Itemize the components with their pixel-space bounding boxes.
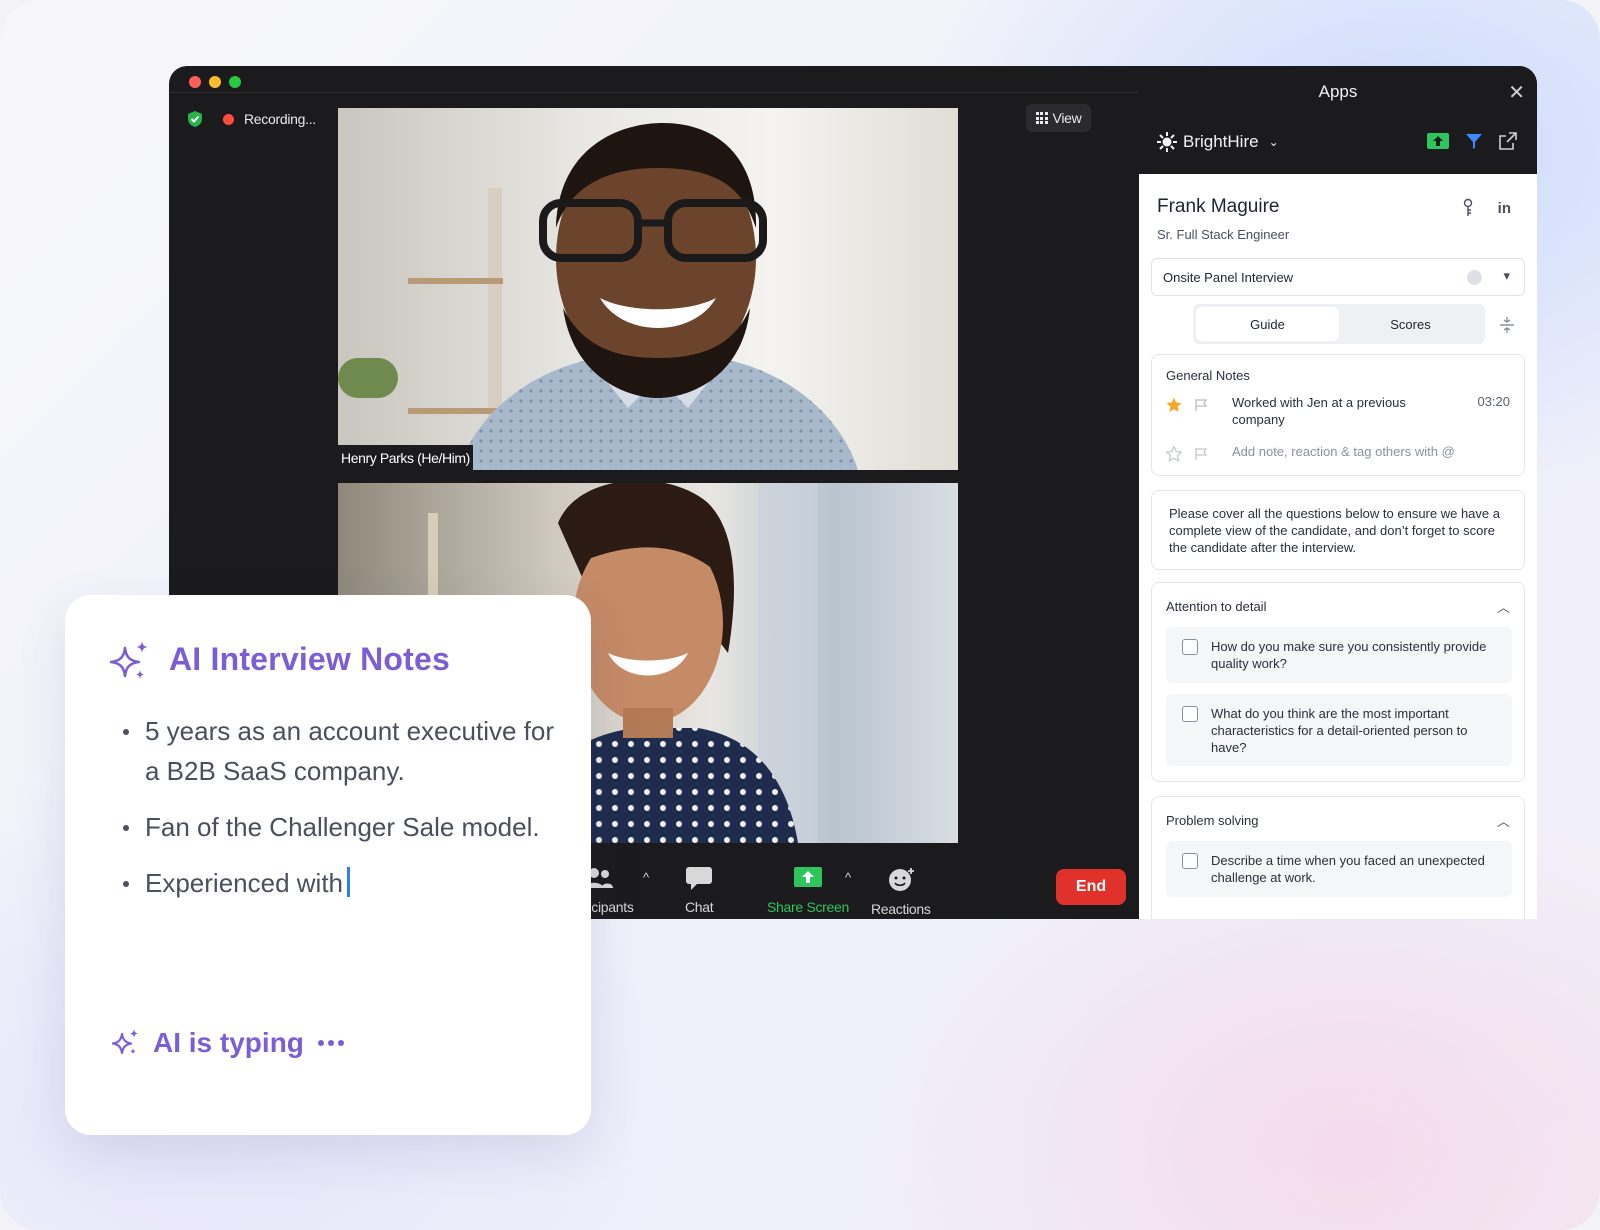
candidate-name: Frank Maguire xyxy=(1157,196,1280,217)
app-name: BrightHire xyxy=(1183,132,1259,151)
ai-typing-label: AI is typing xyxy=(153,1027,304,1058)
note-text: Worked with Jen at a previous company xyxy=(1232,395,1406,427)
participant-name-tag: Henry Parks (He/Him) xyxy=(338,445,473,470)
question-text: Describe a time when you faced an unexpe… xyxy=(1211,853,1485,885)
flag-icon[interactable] xyxy=(1194,398,1208,412)
close-icon[interactable]: ✕ xyxy=(1508,80,1525,105)
section-title: Attention to detail xyxy=(1166,599,1267,614)
recording-dot xyxy=(223,113,234,125)
grid-icon xyxy=(1035,112,1048,124)
share-green-icon[interactable] xyxy=(1427,132,1449,150)
share-screen-button[interactable]: Share Screen xyxy=(767,866,849,915)
general-notes-card: General Notes Worked with Jen at a previ… xyxy=(1151,354,1525,476)
recording-indicator: Recording... xyxy=(187,110,316,128)
star-icon[interactable] xyxy=(1166,446,1182,462)
add-note-input[interactable]: Add note, reaction & tag others with @ xyxy=(1232,444,1455,459)
maximize-window-button[interactable] xyxy=(229,76,241,88)
chevron-up-icon[interactable]: ︿ xyxy=(1497,597,1510,616)
share-screen-label: Share Screen xyxy=(767,899,850,915)
view-label: View xyxy=(1052,110,1082,126)
sparkle-icon xyxy=(109,641,148,679)
flag-icon[interactable] xyxy=(1194,447,1208,461)
close-window-button[interactable] xyxy=(189,76,201,88)
ai-notes-title: AI Interview Notes xyxy=(169,641,451,677)
guide-info-text: Please cover all the questions below to … xyxy=(1169,506,1500,555)
ai-notes-list: 5 years as an account executive for a B2… xyxy=(121,711,561,919)
interview-select[interactable]: Onsite Panel Interview ▾ xyxy=(1151,258,1525,296)
reactions-button[interactable]: Reactions xyxy=(871,866,931,917)
question-text: What do you think are the most important… xyxy=(1211,706,1468,755)
view-button[interactable]: View xyxy=(1026,104,1091,132)
section-title: Problem solving xyxy=(1166,813,1259,828)
window-controls xyxy=(189,76,241,88)
question-text: How do you make sure you consistently pr… xyxy=(1211,639,1487,671)
reactions-icon xyxy=(888,868,914,891)
ai-typing-indicator: AI is typing xyxy=(111,1027,344,1059)
participant-photo-1 xyxy=(458,123,858,470)
apps-header-actions xyxy=(1427,132,1517,150)
chevron-up-icon[interactable]: ^ xyxy=(643,870,649,885)
tab-scores[interactable]: Scores xyxy=(1339,307,1482,341)
candidate-role: Sr. Full Stack Engineer xyxy=(1157,227,1290,242)
participant-video-1: Henry Parks (He/Him) xyxy=(338,108,958,470)
star-icon[interactable] xyxy=(1166,397,1182,413)
chat-button[interactable]: Chat xyxy=(685,866,714,915)
chat-icon xyxy=(686,867,713,890)
chat-label: Chat xyxy=(685,899,714,915)
minimize-window-button[interactable] xyxy=(209,76,221,88)
section-problem-solving: Problem solving ︿ Describe a time when y… xyxy=(1151,796,1525,919)
chevron-up-icon[interactable]: ︿ xyxy=(1497,811,1510,830)
clear-icon[interactable] xyxy=(1467,270,1482,285)
typing-dots-icon xyxy=(317,1040,344,1046)
reactions-label: Reactions xyxy=(871,901,931,917)
question-item: Describe a time when you faced an unexpe… xyxy=(1166,841,1512,897)
chevron-down-icon: ▾ xyxy=(1503,268,1510,283)
general-notes-title: General Notes xyxy=(1166,368,1250,383)
brighthire-app-switcher[interactable]: BrightHire ⌄ xyxy=(1157,132,1279,152)
brighthire-panel: Frank Maguire Sr. Full Stack Engineer in… xyxy=(1139,174,1537,919)
question-checkbox[interactable] xyxy=(1182,706,1198,722)
chevron-down-icon: ⌄ xyxy=(1268,135,1279,149)
end-button[interactable]: End xyxy=(1056,869,1126,905)
brighthire-logo-icon xyxy=(1157,132,1177,152)
section-attention-to-detail: Attention to detail ︿ How do you make su… xyxy=(1151,582,1525,782)
apps-header: Apps ✕ BrightHire ⌄ xyxy=(1139,66,1537,174)
recording-label: Recording... xyxy=(244,111,316,127)
shield-check-icon xyxy=(188,111,202,127)
divider xyxy=(169,92,1139,93)
note-timestamp[interactable]: 03:20 xyxy=(1477,394,1510,409)
ai-note-item: 5 years as an account executive for a B2… xyxy=(121,711,561,791)
ai-note-item-text: Experienced with xyxy=(145,868,343,898)
split-icon[interactable] xyxy=(1499,316,1515,334)
question-item: What do you think are the most important… xyxy=(1166,694,1512,766)
interview-select-value: Onsite Panel Interview xyxy=(1163,269,1294,285)
guide-scores-tabs: Guide Scores xyxy=(1193,304,1485,344)
apps-title: Apps xyxy=(1318,82,1358,101)
candidate-links: in xyxy=(1462,198,1511,218)
ai-note-item: Fan of the Challenger Sale model. xyxy=(121,807,561,847)
question-checkbox[interactable] xyxy=(1182,639,1198,655)
ai-note-item: Experienced with xyxy=(121,863,561,903)
filter-icon[interactable] xyxy=(1465,132,1483,150)
text-cursor xyxy=(347,867,350,897)
key-icon[interactable] xyxy=(1462,198,1474,218)
external-link-icon[interactable] xyxy=(1499,132,1517,150)
share-screen-icon xyxy=(794,867,822,887)
guide-info-card: Please cover all the questions below to … xyxy=(1151,490,1525,570)
chevron-up-icon[interactable]: ^ xyxy=(845,870,851,885)
sparkle-icon xyxy=(111,1029,138,1055)
tab-guide[interactable]: Guide xyxy=(1196,307,1339,341)
linkedin-icon[interactable]: in xyxy=(1498,200,1511,217)
ai-interview-notes-card: AI Interview Notes 5 years as an account… xyxy=(65,595,591,1135)
question-item: How do you make sure you consistently pr… xyxy=(1166,627,1512,683)
question-checkbox[interactable] xyxy=(1182,853,1198,869)
